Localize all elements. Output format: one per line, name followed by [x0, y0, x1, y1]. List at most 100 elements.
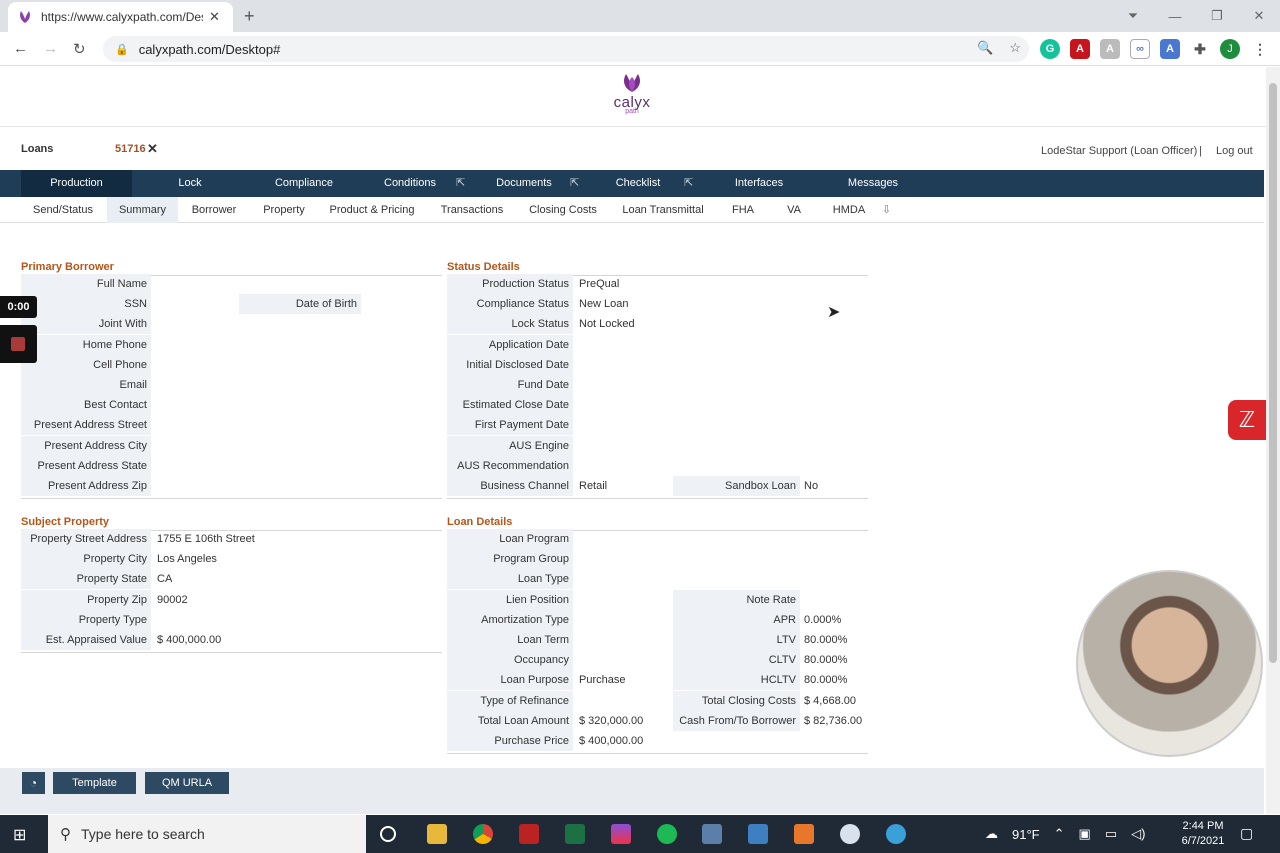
tray-icon[interactable]: ▣ [1079, 826, 1091, 842]
chrome-icon[interactable] [473, 824, 493, 844]
app-icon[interactable] [702, 824, 722, 844]
vscode-icon[interactable] [748, 824, 768, 844]
tab-lock[interactable]: Lock [150, 170, 230, 197]
field-value: $ 82,736.00 [804, 714, 863, 727]
browser-tab[interactable]: https://www.calyxpath.com/Desk ✕ [8, 2, 233, 32]
profile-avatar[interactable]: J [1220, 39, 1240, 59]
tab-checklist[interactable]: Checklist [606, 170, 670, 197]
pin-icon[interactable]: ⇱ [684, 176, 693, 189]
subtab-transactions[interactable]: Transactions [436, 197, 508, 223]
loan-number[interactable]: 51716 [115, 143, 146, 155]
template-button[interactable]: Template [53, 772, 136, 794]
weather-temp[interactable]: 91°F [1012, 827, 1040, 842]
tab-messages[interactable]: Messages [838, 170, 908, 197]
zoom-widget-icon[interactable]: ℤ [1228, 400, 1266, 440]
summary-row: Business Channel Retail Sandbox Loan No [447, 476, 868, 496]
calyx-logo[interactable]: calyx path [604, 73, 660, 115]
subtab-product-pricing[interactable]: Product & Pricing [325, 197, 419, 223]
summary-row: AUS Recommendation [447, 455, 868, 476]
field-label: Total Closing Costs [673, 690, 800, 711]
subtab-loan-transmittal[interactable]: Loan Transmittal [618, 197, 708, 223]
tab-documents[interactable]: Documents [486, 170, 562, 197]
paint-icon[interactable] [611, 824, 631, 844]
subtab-send-status[interactable]: Send/Status [27, 197, 99, 223]
taskbar-search-placeholder: Type here to search [81, 826, 205, 842]
new-tab-icon[interactable]: + [244, 6, 255, 27]
vertical-scrollbar[interactable] [1266, 67, 1280, 814]
subtab-va[interactable]: VA [780, 197, 808, 223]
translate-extension-icon[interactable]: A [1160, 39, 1180, 59]
pin-icon[interactable]: ⇩ [882, 203, 891, 216]
summary-row: Program Group [447, 549, 868, 570]
minimize-icon[interactable]: — [1154, 9, 1196, 24]
puzzle-icon[interactable]: ✚ [1190, 39, 1210, 59]
summary-row: Property Street Address 1755 E 106th Stre… [21, 529, 442, 549]
pdf-extension-icon[interactable]: A [1070, 39, 1090, 59]
bottom-action-bar: ◔ Template QM URLA [0, 768, 1264, 814]
kebab-menu-icon[interactable]: ⋮ [1250, 39, 1270, 59]
cortana-icon[interactable] [380, 826, 396, 842]
volume-icon[interactable]: ◁) [1131, 826, 1145, 842]
link-extension-icon[interactable]: ∞ [1130, 39, 1150, 59]
loans-label[interactable]: Loans [21, 143, 53, 155]
app-icon[interactable] [886, 824, 906, 844]
app-icon[interactable] [840, 824, 860, 844]
close-loan-icon[interactable]: ✕ [147, 141, 158, 157]
primary-borrower-title: Primary Borrower [21, 261, 114, 273]
app-icon[interactable] [794, 824, 814, 844]
logout-link[interactable]: Log out [1216, 145, 1253, 157]
tab-production[interactable]: Production [21, 170, 132, 197]
file-explorer-icon[interactable] [427, 824, 447, 844]
field-label: Cash From/To Borrower [673, 710, 800, 731]
grammarly-icon[interactable]: G [1040, 39, 1060, 59]
subtab-property[interactable]: Property [256, 197, 312, 223]
qm-urla-button[interactable]: QM URLA [145, 772, 229, 794]
subtab-borrower[interactable]: Borrower [186, 197, 242, 223]
address-bar[interactable]: 🔒 calyxpath.com/Desktop# 🔍 ☆ [103, 36, 1029, 62]
scrollbar-thumb[interactable] [1269, 83, 1277, 663]
field-label: Property City [21, 549, 151, 570]
taskbar-clock[interactable]: 2:44 PM 6/7/2021 [1178, 819, 1228, 849]
section-divider [447, 498, 868, 500]
notification-icon[interactable]: ▢ [1240, 825, 1253, 842]
tab-conditions[interactable]: Conditions [372, 170, 448, 197]
bookmark-star-icon[interactable]: ☆ [1009, 40, 1021, 56]
tab-interfaces[interactable]: Interfaces [724, 170, 794, 197]
weather-icon[interactable]: ☁ [985, 826, 998, 842]
chrome-menu-icon[interactable]: ⏷ [1112, 8, 1154, 24]
subtab-fha[interactable]: FHA [726, 197, 760, 223]
field-label: Home Phone [21, 334, 151, 355]
zoom-icon[interactable]: 🔍 [977, 40, 993, 56]
pin-icon[interactable]: ⇱ [570, 176, 579, 189]
summary-row: Present Address Zip [21, 476, 442, 496]
tab-compliance[interactable]: Compliance [254, 170, 354, 197]
extension-icon[interactable]: A [1100, 39, 1120, 59]
spotify-icon[interactable] [657, 824, 677, 844]
reload-icon[interactable]: ↻ [73, 40, 86, 58]
pin-icon[interactable]: ⇱ [456, 176, 465, 189]
summary-row: Property Type [21, 609, 442, 630]
stop-recording-button[interactable] [0, 325, 37, 363]
battery-icon[interactable]: ▭ [1105, 826, 1117, 842]
windows-start-icon[interactable]: ⊞ [13, 825, 26, 845]
excel-icon[interactable] [565, 824, 585, 844]
tab-title: https://www.calyxpath.com/Desk [41, 10, 203, 24]
show-hidden-icons-icon[interactable]: ⌃ [1054, 826, 1065, 842]
subtab-hmda[interactable]: HMDA [826, 197, 872, 223]
field-value [153, 274, 239, 294]
summary-row: SSN Date of Birth [21, 294, 442, 315]
tab-close-icon[interactable]: ✕ [209, 9, 220, 25]
forward-icon[interactable]: → [43, 40, 58, 57]
field-value: 0.000% [804, 613, 842, 626]
window-close-icon[interactable]: ✕ [1238, 8, 1280, 24]
filezilla-icon[interactable] [519, 824, 539, 844]
taskbar-search-box[interactable]: ⚲ Type here to search [48, 815, 366, 853]
separator: | [1199, 145, 1202, 157]
summary-row: Present Address City [21, 435, 442, 456]
subtab-summary[interactable]: Summary [107, 197, 178, 223]
back-icon[interactable]: ← [13, 40, 28, 57]
dashboard-icon[interactable]: ◔ [22, 772, 45, 794]
restore-icon[interactable]: ❐ [1196, 8, 1238, 24]
subtab-closing-costs[interactable]: Closing Costs [524, 197, 602, 223]
field-label: Full Name [21, 274, 151, 294]
